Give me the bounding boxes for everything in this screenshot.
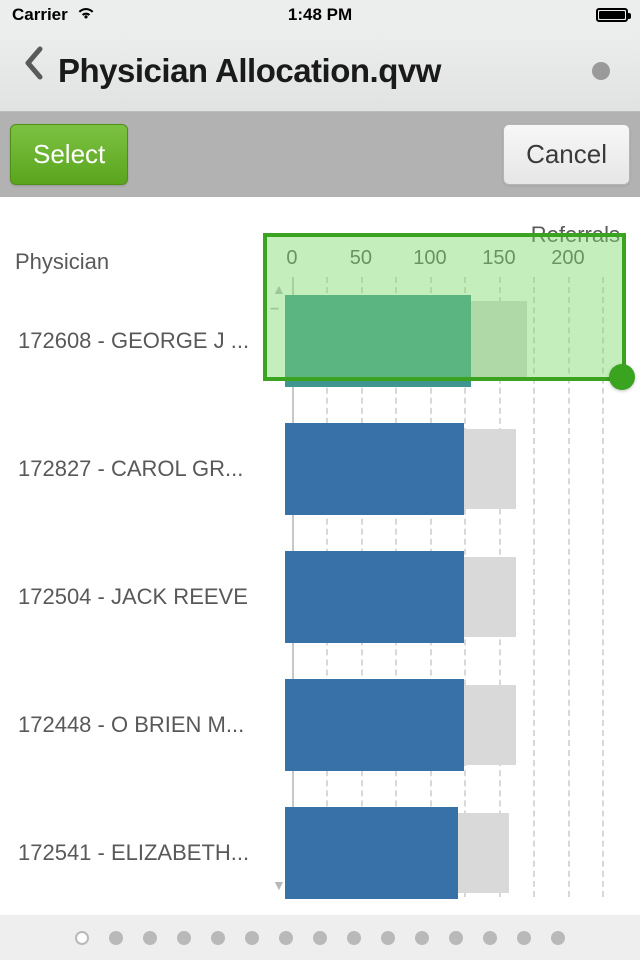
bar-group <box>285 551 630 643</box>
page-dot[interactable] <box>313 931 327 945</box>
page-dot[interactable] <box>381 931 395 945</box>
scroll-down-icon[interactable]: ▼ <box>272 877 286 893</box>
selection-toolbar: Select Cancel <box>0 112 640 197</box>
page-dot[interactable] <box>279 931 293 945</box>
page-indicator[interactable] <box>0 915 640 960</box>
page-dot[interactable] <box>449 931 463 945</box>
chart-area[interactable]: Referrals Physician 0 50 100 150 200 ▲ −… <box>0 197 640 915</box>
status-right <box>596 8 628 22</box>
page-dot[interactable] <box>483 931 497 945</box>
row-label: 172827 - CAROL GR... <box>18 456 243 482</box>
bar-group <box>285 807 630 899</box>
row-label: 172541 - ELIZABETH... <box>18 840 249 866</box>
selection-handle[interactable] <box>609 364 635 390</box>
chart-row[interactable]: 172541 - ELIZABETH... <box>0 789 640 917</box>
bar-group <box>285 423 630 515</box>
bar-primary <box>285 551 464 643</box>
status-left: Carrier <box>12 5 96 25</box>
page-dot[interactable] <box>143 931 157 945</box>
carrier-label: Carrier <box>12 5 68 25</box>
page-dot[interactable] <box>517 931 531 945</box>
page-dot[interactable] <box>347 931 361 945</box>
bar-primary <box>285 423 464 515</box>
battery-icon <box>596 8 628 22</box>
page-dot[interactable] <box>75 931 89 945</box>
row-label: 172608 - GEORGE J ... <box>18 328 249 354</box>
selection-lasso[interactable] <box>263 233 626 381</box>
chart-row[interactable]: 172827 - CAROL GR... <box>0 405 640 533</box>
status-dot-icon <box>592 62 610 80</box>
page-dot[interactable] <box>551 931 565 945</box>
app-header: Physician Allocation.qvw <box>0 30 640 112</box>
status-bar: Carrier 1:48 PM <box>0 0 640 30</box>
bar-primary <box>285 679 464 771</box>
bar-primary <box>285 807 458 899</box>
page-dot[interactable] <box>415 931 429 945</box>
page-dot[interactable] <box>109 931 123 945</box>
page-title: Physician Allocation.qvw <box>58 52 441 90</box>
row-label: 172448 - O BRIEN M... <box>18 712 244 738</box>
row-label: 172504 - JACK REEVE <box>18 584 248 610</box>
clock: 1:48 PM <box>288 5 352 25</box>
page-dot[interactable] <box>177 931 191 945</box>
wifi-icon <box>76 5 96 25</box>
cancel-button[interactable]: Cancel <box>503 124 630 185</box>
bar-group <box>285 679 630 771</box>
page-dot[interactable] <box>211 931 225 945</box>
select-button[interactable]: Select <box>10 124 128 185</box>
chart-row[interactable]: 172448 - O BRIEN M... <box>0 661 640 789</box>
back-button[interactable] <box>12 45 54 97</box>
page-dot[interactable] <box>245 931 259 945</box>
column-header: Physician <box>15 249 109 275</box>
chart-row[interactable]: 172504 - JACK REEVE <box>0 533 640 661</box>
